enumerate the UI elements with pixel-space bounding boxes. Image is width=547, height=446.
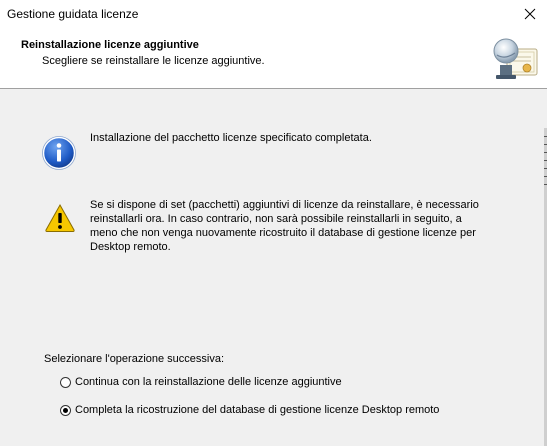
warning-text: Se si dispone di set (pacchetti) aggiunt… xyxy=(90,198,515,254)
warning-line: Desktop remoto. xyxy=(90,241,171,253)
warning-icon xyxy=(45,203,75,232)
title-bar: Gestione guidata licenze xyxy=(0,0,547,28)
next-action-prompt: Selezionare l'operazione successiva: xyxy=(44,353,225,365)
header-subtitle: Scegliere se reinstallare le licenze agg… xyxy=(42,55,265,67)
info-icon xyxy=(42,136,76,170)
radio-button[interactable] xyxy=(60,404,71,416)
radio-label[interactable]: Completa la ricostruzione del database d… xyxy=(75,404,439,416)
close-button[interactable] xyxy=(513,0,547,28)
info-message: Installazione del pacchetto licenze spec… xyxy=(42,130,512,170)
radio-button[interactable] xyxy=(60,376,71,388)
warning-line: meno che non venga nuovamente ricostruit… xyxy=(90,227,476,239)
radio-complete-rebuild[interactable]: Completa la ricostruzione del database d… xyxy=(60,402,439,418)
license-server-certificate-icon xyxy=(493,38,538,79)
wizard-header: Reinstallazione licenze aggiuntive Scegl… xyxy=(0,28,547,89)
radio-label[interactable]: Continua con la reinstallazione delle li… xyxy=(75,376,342,388)
warning-line: Se si dispone di set (pacchetti) aggiunt… xyxy=(90,199,479,211)
warning-message: Se si dispone di set (pacchetti) aggiunt… xyxy=(42,198,512,258)
window-title: Gestione guidata licenze xyxy=(7,7,139,21)
warning-line: reinstallarli ora. In caso contrario, no… xyxy=(90,213,462,225)
info-text: Installazione del pacchetto licenze spec… xyxy=(90,132,372,144)
radio-continue-reinstall[interactable]: Continua con la reinstallazione delle li… xyxy=(60,374,342,390)
header-title: Reinstallazione licenze aggiuntive xyxy=(21,39,199,51)
close-icon xyxy=(524,8,536,20)
license-wizard-window: Gestione guidata licenze Reinstallazione… xyxy=(0,0,547,446)
